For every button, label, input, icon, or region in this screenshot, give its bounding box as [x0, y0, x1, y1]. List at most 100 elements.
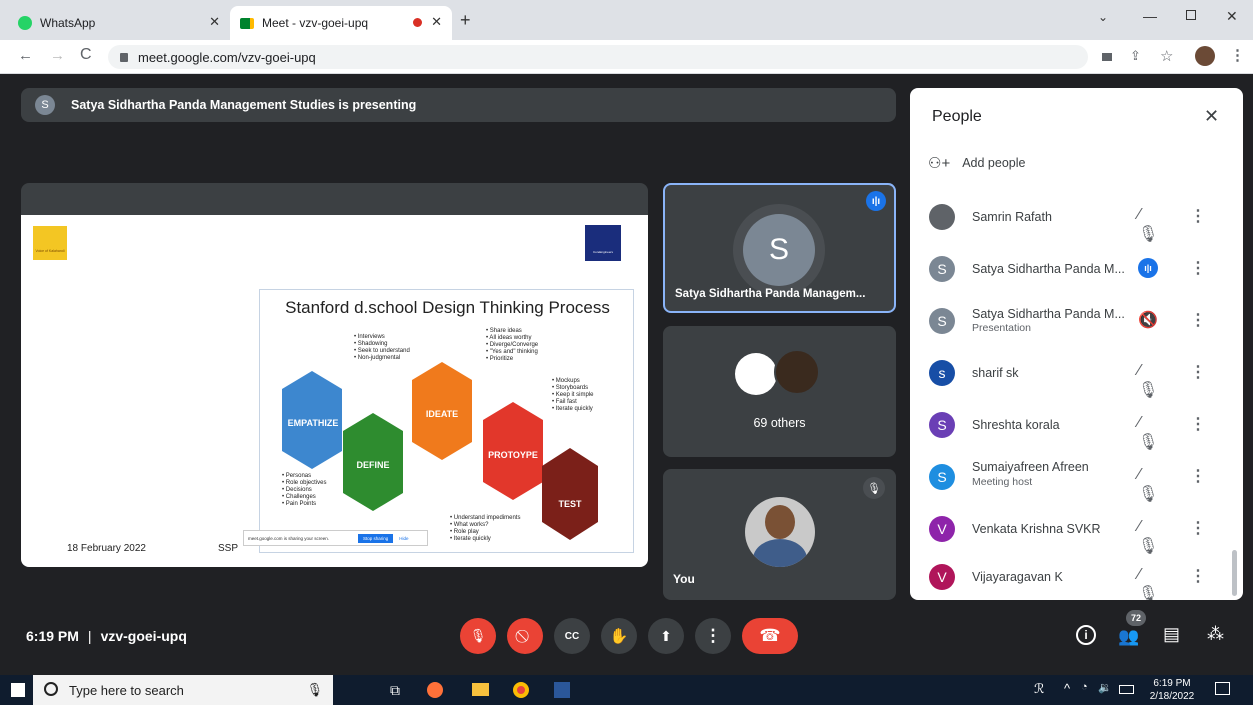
present-button[interactable]: ⬆ [648, 618, 684, 654]
mic-off-icon: ⁄🎙 [1138, 466, 1159, 503]
captions-button[interactable]: CC [554, 618, 590, 654]
tab-meet[interactable]: Meet - vzv-goei-upq ✕ [230, 6, 452, 40]
avatar: S [929, 256, 955, 282]
participant-row[interactable]: Samrin Rafath ⁄🎙 ⋮ [910, 190, 1230, 243]
add-people-button[interactable]: ⚇+ Add people [928, 154, 1025, 172]
participant-role: Meeting host [972, 476, 1033, 488]
avatar [929, 204, 955, 230]
avatar: V [929, 564, 955, 590]
participant-row[interactable]: S Satya Sidhartha Panda M... ı|ı ⋮ [910, 242, 1230, 294]
browser-tab-strip: WhatsApp ✕ Meet - vzv-goei-upq ✕ + ⌄ — ✕ [0, 0, 1253, 40]
word-icon[interactable] [554, 682, 570, 698]
taskbar-search-box[interactable]: Type here to search 🎙 [33, 675, 333, 705]
slide-initials: SSP [218, 543, 239, 554]
participant-row[interactable]: s sharif sk ⁄🎙 ⋮ [910, 346, 1230, 399]
diagram-frame: Stanford d.school Design Thinking Proces… [259, 289, 634, 553]
camera-in-use-icon[interactable] [1102, 53, 1112, 61]
slide-logo-right: CoreEngineers [585, 225, 621, 261]
meet-icon [240, 17, 254, 29]
participant-row[interactable]: S Satya Sidhartha Panda M... Presentatio… [910, 294, 1230, 346]
chat-icon[interactable]: ▤ [1163, 624, 1180, 645]
forward-icon[interactable]: → [50, 47, 65, 64]
tab-label: WhatsApp [40, 16, 96, 30]
stop-sharing-button[interactable]: Stop sharing [358, 533, 394, 543]
presenter-name: Satya Sidhartha Panda Managem... [675, 288, 866, 300]
stage-label-prototype: Protoype [488, 450, 538, 460]
notifications-icon[interactable] [1215, 682, 1230, 695]
divider: | [87, 628, 92, 644]
taskbar-clock[interactable]: 6:19 PM 2/18/2022 [1148, 677, 1196, 703]
search-icon [44, 682, 58, 696]
url-field[interactable]: meet.google.com/vzv-goei-upq [108, 45, 1088, 69]
participant-row[interactable]: S Shreshta korala ⁄🎙 ⋮ [910, 398, 1230, 451]
others-tile[interactable]: 69 others [663, 326, 896, 457]
self-video-avatar [745, 497, 815, 567]
participant-row[interactable]: S Sumaiyafreen Afreen Meeting host ⁄🎙 ⋮ [910, 450, 1230, 503]
more-options-icon[interactable]: ⋮ [1190, 466, 1206, 486]
presenter-tile[interactable]: S ı|ı Satya Sidhartha Panda Managem... [663, 183, 896, 313]
meeting-info: 6:19 PM | vzv-goei-upq [26, 628, 187, 644]
close-panel-icon[interactable]: ✕ [1204, 106, 1219, 127]
speaking-indicator-icon: ı|ı [866, 191, 886, 211]
battery-icon [1119, 685, 1134, 694]
more-options-icon[interactable]: ⋮ [1190, 310, 1206, 330]
browser-menu-icon[interactable]: ⋮ [1230, 46, 1245, 64]
presentation-tile[interactable]: Voice of Kalahandi CoreEngineers Stanfor… [21, 183, 648, 567]
avatar: s [929, 360, 955, 386]
stage-label-ideate: Ideate [425, 409, 459, 419]
close-window-icon[interactable]: ✕ [1226, 8, 1238, 25]
profile-avatar[interactable] [1195, 46, 1215, 66]
volume-icon[interactable]: 🔉 [1098, 681, 1112, 694]
more-options-icon[interactable]: ⋮ [1190, 414, 1206, 434]
reload-icon[interactable]: C [80, 46, 92, 64]
more-options-icon[interactable]: ⋮ [1190, 258, 1206, 278]
participant-name: Shreshta korala [972, 418, 1060, 432]
chrome-icon[interactable] [513, 682, 529, 698]
people-panel-title: People [932, 108, 982, 125]
restore-icon[interactable] [1186, 10, 1196, 20]
file-explorer-icon[interactable] [472, 683, 489, 696]
tab-search-icon[interactable]: ⌄ [1098, 10, 1108, 24]
hide-share-notice-button[interactable]: Hide [399, 536, 408, 541]
people-panel: People ✕ ⚇+ Add people Samrin Rafath ⁄🎙 … [910, 88, 1243, 600]
participant-name: Satya Sidhartha Panda M... [972, 307, 1125, 321]
audio-off-icon: 🔇 [1138, 312, 1158, 329]
more-options-icon[interactable]: ⋮ [1190, 518, 1206, 538]
meeting-details-icon[interactable]: i [1076, 625, 1096, 645]
windows-start-icon[interactable] [11, 683, 25, 697]
more-options-icon[interactable]: ⋮ [1190, 206, 1206, 226]
mic-toggle-button[interactable]: 🎙 [460, 618, 496, 654]
back-icon[interactable]: ← [18, 47, 33, 64]
more-options-icon[interactable]: ⋮ [1190, 362, 1206, 382]
bookmark-star-icon[interactable]: ☆ [1160, 47, 1173, 65]
whatsapp-icon [18, 16, 32, 30]
share-icon[interactable]: ⇪ [1130, 48, 1141, 64]
self-tile[interactable]: 🎙 You [663, 469, 896, 600]
hex-test [542, 448, 598, 540]
microphone-icon: 🎙 [306, 682, 323, 697]
more-options-button[interactable]: ⋮ [695, 618, 731, 654]
people-icon[interactable]: 👥 [1118, 627, 1139, 647]
participant-row[interactable]: V Venkata Krishna SVKR ⁄🎙 ⋮ [910, 502, 1230, 555]
wifi-icon: ◔ [1081, 681, 1088, 693]
self-label: You [673, 572, 695, 586]
participant-row[interactable]: V Vijayaragavan K ⁄🎙 ⋮ [910, 550, 1230, 600]
more-options-icon[interactable]: ⋮ [1190, 566, 1206, 586]
panel-scrollbar[interactable] [1232, 550, 1237, 596]
tab-whatsapp[interactable]: WhatsApp ✕ [8, 6, 230, 40]
raise-hand-button[interactable]: ✋ [601, 618, 637, 654]
leave-call-button[interactable]: ☎ [742, 618, 798, 654]
people-tray-icon[interactable]: ℛ [1034, 681, 1044, 697]
tray-chevron-icon[interactable]: ^ [1064, 681, 1070, 696]
notes-test: • Understand impediments • What works? • R… [450, 515, 521, 542]
camera-toggle-button[interactable]: ⃠ [507, 618, 543, 654]
new-tab-icon[interactable]: + [460, 10, 471, 31]
task-view-icon[interactable]: ⧉ [390, 682, 400, 699]
activities-icon[interactable]: ⁂ [1207, 624, 1224, 644]
close-tab-icon[interactable]: ✕ [431, 14, 442, 30]
close-tab-icon[interactable]: ✕ [209, 14, 220, 30]
minimize-icon[interactable]: — [1143, 8, 1157, 24]
url-text: meet.google.com/vzv-goei-upq [138, 49, 316, 65]
stage-label-test: Test [558, 499, 582, 509]
firefox-icon[interactable] [427, 682, 443, 698]
